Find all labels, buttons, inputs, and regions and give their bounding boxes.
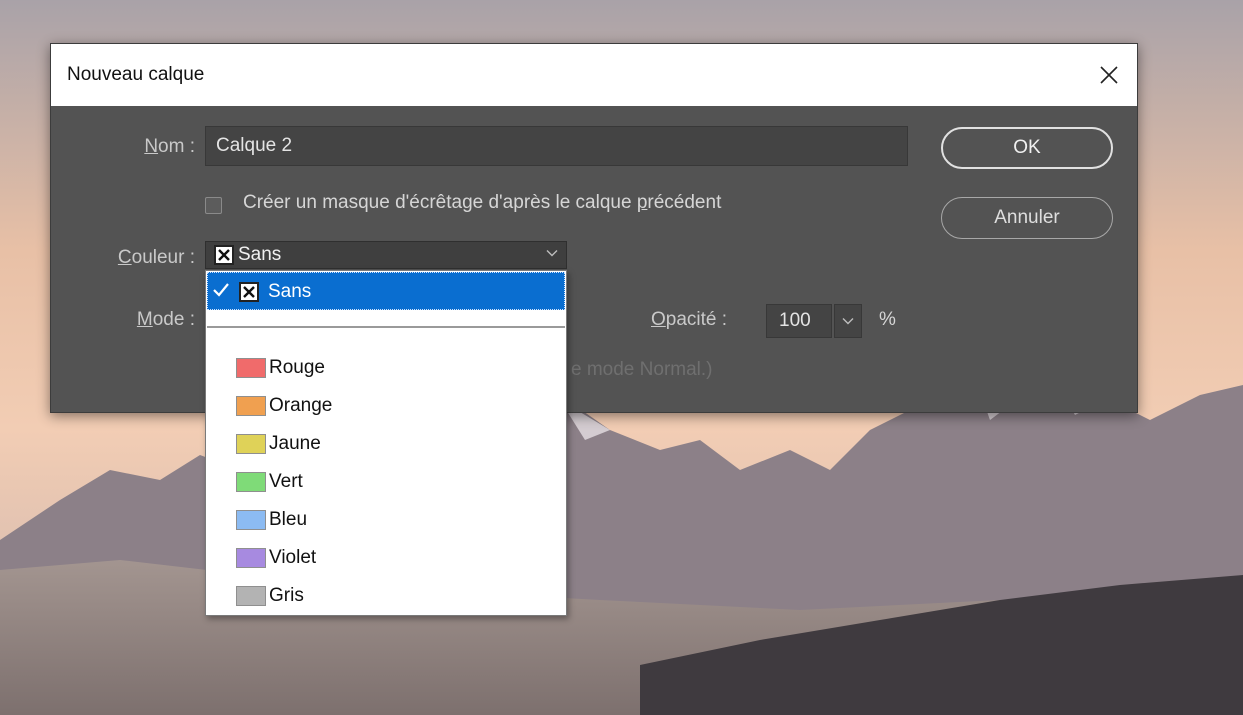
dialog-title: Nouveau calque — [67, 64, 205, 85]
color-swatch — [236, 586, 266, 606]
color-option-label: Jaune — [269, 433, 321, 454]
color-select-value: Sans — [238, 244, 282, 265]
opacity-label: Opacité : — [651, 309, 728, 330]
color-option-label: Orange — [269, 395, 333, 416]
color-swatch — [236, 472, 266, 492]
dialog-titlebar: Nouveau calque — [51, 44, 1137, 106]
clip-mask-label: Créer un masque d'écrêtage d'après le ca… — [243, 192, 722, 213]
color-option-label: Sans — [268, 281, 312, 302]
color-option-label: Violet — [269, 547, 317, 568]
color-option-jaune[interactable]: Jaune — [206, 425, 566, 463]
color-swatch — [236, 548, 266, 568]
color-dropdown-list: Sans Rouge Orange Jaune Vert Bleu Violet… — [205, 270, 567, 616]
color-swatch — [236, 510, 266, 530]
color-option-rouge[interactable]: Rouge — [206, 349, 566, 387]
checkmark-icon — [213, 283, 229, 297]
dropdown-separator — [207, 326, 565, 328]
color-option-label: Bleu — [269, 509, 308, 530]
cancel-button[interactable]: Annuler — [941, 197, 1113, 239]
color-option-orange[interactable]: Orange — [206, 387, 566, 425]
color-option-bleu[interactable]: Bleu — [206, 501, 566, 539]
mode-hint-text: e mode Normal.) — [571, 359, 713, 380]
color-option-label: Rouge — [269, 357, 325, 378]
color-option-label: Gris — [269, 585, 304, 606]
color-label: Couleur : — [117, 247, 195, 268]
color-option-label: Vert — [269, 471, 303, 492]
close-icon — [1100, 66, 1118, 84]
chevron-down-icon — [546, 250, 558, 257]
color-swatch — [236, 358, 266, 378]
color-select[interactable]: Sans — [205, 241, 567, 269]
ok-button[interactable]: OK — [941, 127, 1113, 169]
color-option-vert[interactable]: Vert — [206, 463, 566, 501]
color-option-sans[interactable]: Sans — [207, 272, 565, 310]
name-label: Nom : — [144, 136, 195, 157]
color-option-violet[interactable]: Violet — [206, 539, 566, 577]
color-swatch — [236, 396, 266, 416]
color-swatch — [236, 434, 266, 454]
no-color-icon — [239, 282, 259, 302]
no-color-icon — [214, 245, 234, 265]
mode-label: Mode : — [136, 309, 195, 330]
opacity-unit: % — [879, 309, 896, 330]
opacity-input[interactable]: 100 — [766, 304, 832, 338]
clip-mask-checkbox[interactable] — [205, 197, 222, 214]
close-button[interactable] — [1081, 44, 1137, 106]
chevron-down-icon — [842, 318, 854, 325]
opacity-dropdown-button[interactable] — [834, 304, 862, 338]
color-option-gris[interactable]: Gris — [206, 577, 566, 615]
layer-name-input[interactable]: Calque 2 — [205, 126, 908, 166]
